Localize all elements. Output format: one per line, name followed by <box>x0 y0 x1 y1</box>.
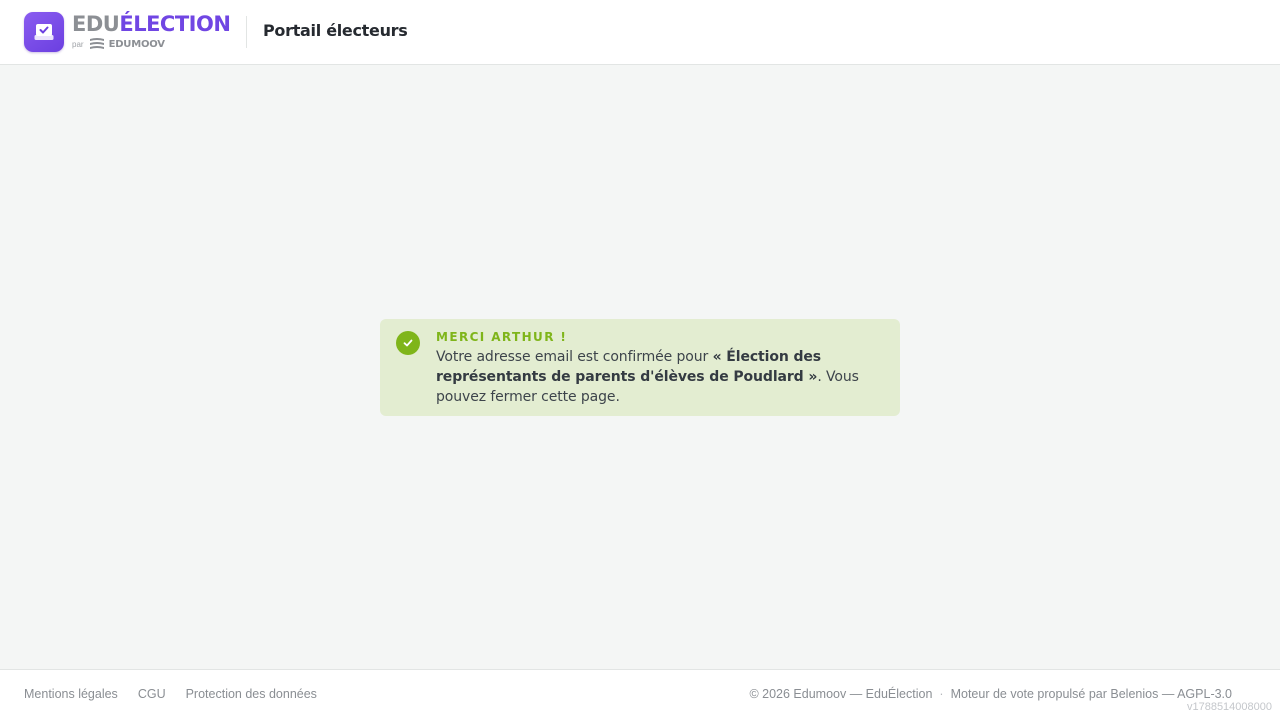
version-label: v1788514008000 <box>1186 701 1272 713</box>
engine-credit: Moteur de vote propulsé par Belenios — A… <box>950 687 1232 701</box>
footer-separator: · <box>939 687 944 701</box>
page-title: Portail électeurs <box>263 21 408 40</box>
ballot-box-check-icon[interactable] <box>24 12 64 52</box>
footer-link-protection-donnees[interactable]: Protection des données <box>186 687 317 701</box>
edumoov-logo-icon <box>89 38 104 49</box>
header-divider <box>246 16 247 48</box>
check-circle-icon <box>396 331 420 355</box>
footer-info: © 2026 Edumoov — EduÉlection · Moteur de… <box>749 687 1232 701</box>
brand-edumoov: EDUMOOV <box>108 38 165 50</box>
brand-name: EDUÉLECTION <box>72 12 231 36</box>
brand-tagline: par EDUMOOV <box>72 36 165 52</box>
footer-links: Mentions légales CGU Protection des donn… <box>24 687 337 701</box>
footer: Mentions légales CGU Protection des donn… <box>0 669 1280 720</box>
footer-link-cgu[interactable]: CGU <box>138 687 166 701</box>
footer-link-mentions-legales[interactable]: Mentions légales <box>24 687 118 701</box>
notice-title: MERCI ARTHUR ! <box>436 330 568 344</box>
header: EDUÉLECTION par EDUMOOV Portail électeur… <box>0 0 1280 65</box>
copyright-text: © 2026 Edumoov — EduÉlection <box>749 687 933 701</box>
notice-body-prefix: Votre adresse email est confirmée pour <box>436 349 713 365</box>
notice-message: Votre adresse email est confirmée pour «… <box>436 347 876 407</box>
brand-logo[interactable]: EDUÉLECTION par EDUMOOV <box>72 11 237 55</box>
brand-par-label: par <box>72 39 84 49</box>
success-notice: MERCI ARTHUR ! Votre adresse email est c… <box>380 319 900 416</box>
